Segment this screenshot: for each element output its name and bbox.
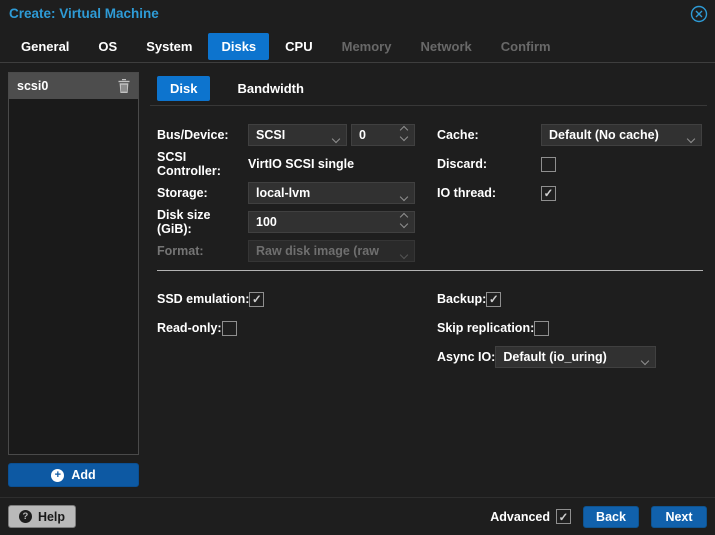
discard-label: Discard: <box>437 157 488 171</box>
io-thread-checkbox[interactable]: ✓ <box>541 185 556 201</box>
disk-size-row: Disk size (GiB): 100 <box>157 208 415 236</box>
subtab-bandwidth[interactable]: Bandwidth <box>224 76 316 101</box>
format-value: Raw disk image (raw <box>256 244 379 258</box>
chevron-down-icon <box>331 134 341 144</box>
device-number-spinner[interactable]: 0 <box>351 124 415 146</box>
skip-replication-label: Skip replication: <box>437 321 535 335</box>
create-vm-dialog: Create: Virtual Machine General OS Syste… <box>0 0 715 535</box>
close-icon[interactable] <box>690 5 708 23</box>
bus-device-select[interactable]: SCSI <box>248 124 347 146</box>
plus-circle-icon: + <box>51 468 65 482</box>
advanced-right-column: Backup: ✓ Skip replication: Async IO: De… <box>437 288 703 375</box>
tab-memory: Memory <box>341 38 392 54</box>
footer-actions: Advanced ✓ Back Next <box>490 505 707 528</box>
backup-label: Backup: <box>437 292 487 306</box>
back-button[interactable]: Back <box>583 505 639 528</box>
chevron-down-icon <box>399 192 409 202</box>
wizard-tab-bar: General OS System Disks CPU Memory Netwo… <box>0 30 715 63</box>
backup-row: Backup: ✓ <box>437 288 703 310</box>
chevron-down-icon <box>686 134 696 144</box>
titlebar: Create: Virtual Machine <box>0 0 715 30</box>
format-label: Format: <box>157 244 204 258</box>
disk-size-value: 100 <box>256 215 277 229</box>
tab-general[interactable]: General <box>8 33 82 60</box>
scsi-controller-row: SCSI Controller: VirtIO SCSI single <box>157 150 415 178</box>
cache-select[interactable]: Default (No cache) <box>541 124 702 146</box>
dialog-title: Create: Virtual Machine <box>9 6 159 21</box>
tab-system[interactable]: System <box>133 33 205 60</box>
form-left-column: Bus/Device: SCSI 0 SCSI Controller: Virt… <box>157 124 415 269</box>
advanced-checkbox[interactable]: ✓ <box>556 509 571 524</box>
discard-checkbox[interactable] <box>541 156 556 172</box>
format-row: Format: Raw disk image (raw <box>157 240 415 262</box>
disk-item-label: scsi0 <box>17 79 49 93</box>
read-only-row: Read-only: <box>157 317 415 339</box>
async-io-label: Async IO: <box>437 350 496 364</box>
storage-value: local-lvm <box>256 186 311 200</box>
cache-value: Default (No cache) <box>549 128 659 142</box>
cache-label: Cache: <box>437 128 479 142</box>
add-button-label: Add <box>71 468 96 482</box>
tab-os[interactable]: OS <box>85 33 130 60</box>
tab-network: Network <box>420 38 472 54</box>
storage-row: Storage: local-lvm <box>157 182 415 204</box>
backup-checkbox[interactable]: ✓ <box>486 291 502 307</box>
help-button-label: Help <box>37 509 66 524</box>
skip-replication-checkbox[interactable] <box>534 320 550 336</box>
device-number-value: 0 <box>359 128 366 142</box>
storage-label: Storage: <box>157 186 208 200</box>
disk-list-panel: scsi0 <box>8 72 139 455</box>
disk-size-label: Disk size (GiB): <box>157 208 211 236</box>
async-io-select[interactable]: Default (io_uring) <box>495 346 657 368</box>
scsi-controller-label: SCSI Controller: <box>157 150 221 178</box>
question-circle-icon: ? <box>18 510 32 523</box>
skip-replication-row: Skip replication: <box>437 317 703 339</box>
help-button[interactable]: ? Help <box>8 505 76 528</box>
scsi-controller-value: VirtIO SCSI single <box>248 157 355 171</box>
advanced-label: Advanced <box>490 509 550 524</box>
ssd-emulation-row: SSD emulation: ✓ <box>157 288 415 310</box>
advanced-toggle: Advanced ✓ <box>490 509 571 524</box>
storage-select[interactable]: local-lvm <box>248 182 415 204</box>
add-disk-button[interactable]: + Add <box>8 463 139 487</box>
footer-divider <box>0 497 715 498</box>
form-right-column: Cache: Default (No cache) Discard: IO th… <box>437 124 703 211</box>
disk-list-item-scsi0[interactable]: scsi0 <box>9 73 138 99</box>
ssd-emulation-checkbox[interactable]: ✓ <box>249 291 265 307</box>
bus-device-value: SCSI <box>256 128 286 142</box>
async-io-row: Async IO: Default (io_uring) <box>437 346 703 368</box>
spinner-down-icon <box>399 132 409 142</box>
subtab-disk[interactable]: Disk <box>157 76 211 101</box>
disk-size-spinner[interactable]: 100 <box>248 211 415 233</box>
tab-confirm: Confirm <box>500 38 551 54</box>
trash-icon[interactable] <box>118 79 130 93</box>
next-button[interactable]: Next <box>651 505 707 528</box>
ssd-emulation-label: SSD emulation: <box>157 292 250 306</box>
advanced-left-column: SSD emulation: ✓ Read-only: <box>157 288 415 346</box>
tab-cpu[interactable]: CPU <box>272 33 325 60</box>
io-thread-label: IO thread: <box>437 186 497 200</box>
bus-device-label: Bus/Device: <box>157 128 229 142</box>
tab-disks[interactable]: Disks <box>208 32 270 60</box>
read-only-label: Read-only: <box>157 321 222 335</box>
format-select: Raw disk image (raw <box>248 240 415 262</box>
io-thread-row: IO thread: ✓ <box>437 182 703 204</box>
advanced-separator <box>157 270 703 271</box>
bus-device-row: Bus/Device: SCSI 0 <box>157 124 415 146</box>
discard-row: Discard: <box>437 153 703 175</box>
chevron-down-icon <box>399 250 409 260</box>
cache-row: Cache: Default (No cache) <box>437 124 703 146</box>
read-only-checkbox[interactable] <box>221 320 237 336</box>
chevron-down-icon <box>641 356 650 366</box>
async-io-value: Default (io_uring) <box>503 350 607 364</box>
disk-subtab-bar: Disk Bandwidth <box>150 72 707 106</box>
spinner-down-icon <box>399 219 409 229</box>
